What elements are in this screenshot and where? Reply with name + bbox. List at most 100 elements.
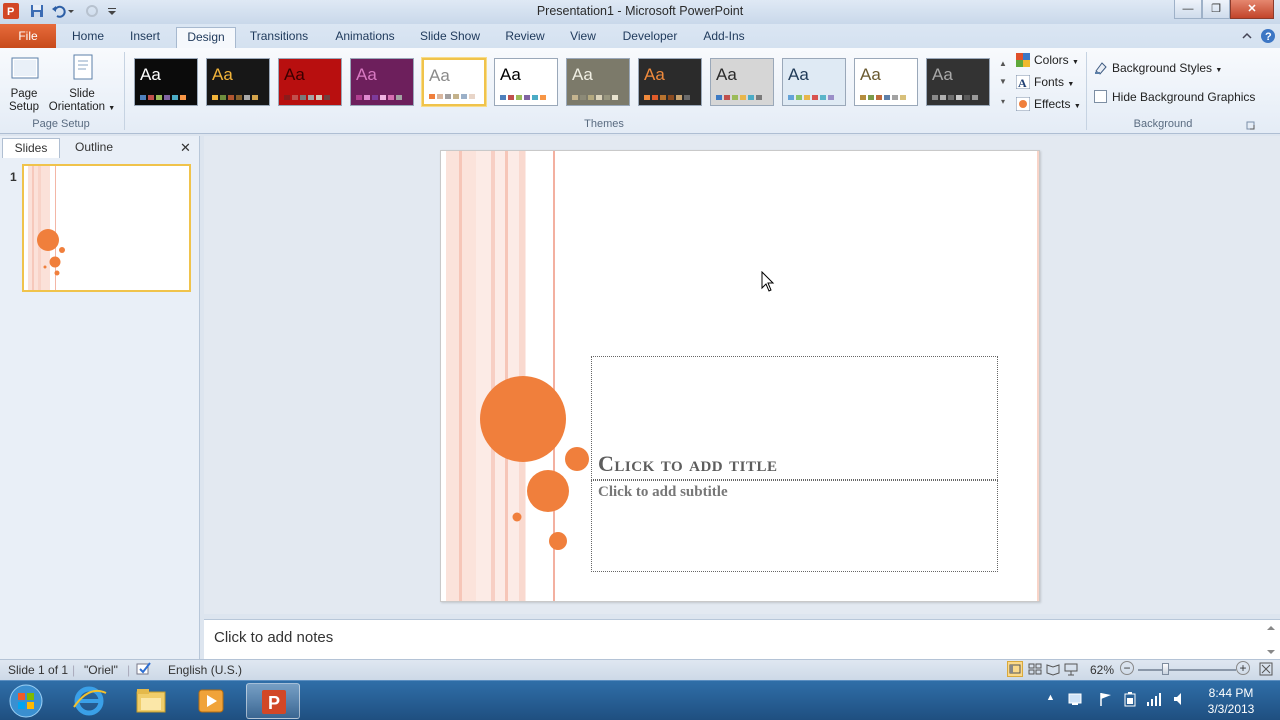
theme-color-swatch	[644, 95, 650, 100]
zoom-out-button[interactable]: −	[1120, 661, 1134, 675]
maximize-button[interactable]: ❐	[1202, 0, 1230, 19]
gallery-more-icon[interactable]: ▾	[997, 94, 1009, 110]
theme-sample-text: Aa	[140, 65, 161, 84]
tab-transitions[interactable]: Transitions	[244, 27, 314, 48]
volume-icon[interactable]	[1172, 691, 1188, 707]
minimize-ribbon-icon[interactable]	[1240, 29, 1254, 43]
help-icon[interactable]: ?	[1260, 28, 1276, 44]
slide-thumbnail[interactable]	[22, 164, 191, 292]
tab-review[interactable]: Review	[500, 27, 550, 48]
tab-file[interactable]: File	[0, 24, 56, 48]
zoom-slider-thumb[interactable]	[1162, 663, 1169, 675]
theme-color-swatch	[469, 94, 475, 99]
slide-show-icon[interactable]	[1064, 662, 1078, 676]
internet-explorer-icon[interactable]	[62, 683, 116, 719]
notes-pane[interactable]: Click to add notes	[204, 619, 1280, 659]
gallery-scroll-down-icon[interactable]: ▼	[997, 74, 1009, 90]
proofing-icon[interactable]	[135, 661, 153, 677]
media-player-icon[interactable]	[184, 683, 238, 719]
action-center-flag-icon[interactable]	[1098, 691, 1114, 707]
slide-canvas[interactable]: Click to add title Click to add subtitle	[440, 150, 1040, 602]
theme-thumbnail[interactable]: Aa	[854, 58, 918, 106]
tab-add-ins[interactable]: Add-Ins	[696, 27, 752, 48]
effects-icon	[1015, 96, 1031, 112]
theme-color-swatch	[828, 95, 834, 100]
theme-color-swatch	[860, 95, 866, 100]
theme-color-swatch	[956, 95, 962, 100]
zoom-level[interactable]: 62%	[1090, 663, 1114, 677]
language[interactable]: English (U.S.)	[168, 663, 242, 677]
theme-color-swatch	[756, 95, 762, 100]
close-button[interactable]: ✕	[1230, 0, 1274, 19]
page-setup-button[interactable]: Page Setup	[4, 52, 44, 114]
notes-scrollbar[interactable]	[1266, 624, 1276, 656]
dialog-launcher-icon[interactable]	[1246, 120, 1256, 130]
theme-color-swatch	[437, 94, 443, 99]
hide-background-graphics-checkbox[interactable]: Hide Background Graphics	[1094, 88, 1255, 106]
tab-home[interactable]: Home	[64, 27, 112, 48]
taskbar-clock[interactable]: 8:44 PM 3/3/2013	[1196, 685, 1266, 717]
theme-color-swatch	[788, 95, 794, 100]
network-tray-icon[interactable]	[1068, 691, 1084, 707]
page-setup-group-label: Page Setup	[32, 118, 90, 130]
fonts-button[interactable]: A Fonts ▼	[1015, 73, 1074, 91]
theme-color-swatch	[372, 95, 378, 100]
theme-thumbnail[interactable]: Aa	[710, 58, 774, 106]
theme-name[interactable]: "Oriel"	[84, 663, 118, 677]
theme-color-swatch	[140, 95, 146, 100]
minimize-button[interactable]: —	[1174, 0, 1202, 19]
fit-to-window-icon[interactable]	[1259, 662, 1273, 676]
theme-sample-text: Aa	[932, 65, 953, 84]
tab-design[interactable]: Design	[176, 27, 236, 48]
theme-thumbnail[interactable]: Aa	[638, 58, 702, 106]
theme-color-swatch	[164, 95, 170, 100]
theme-color-swatch	[180, 95, 186, 100]
hide-background-graphics-label: Hide Background Graphics	[1112, 90, 1256, 104]
battery-tray-icon[interactable]	[1122, 691, 1138, 707]
theme-thumbnail[interactable]: Aa	[782, 58, 846, 106]
theme-thumbnail[interactable]: Aa	[278, 58, 342, 106]
theme-thumbnail[interactable]: Aa	[494, 58, 558, 106]
reading-view-icon[interactable]	[1046, 662, 1060, 676]
tab-slide-show[interactable]: Slide Show	[414, 27, 486, 48]
zoom-in-button[interactable]: +	[1236, 661, 1250, 675]
windows-taskbar: P ▲ 8:44 PM 3/3/2013	[0, 680, 1280, 720]
theme-thumbnail[interactable]: Aa	[134, 58, 198, 106]
theme-thumbnail[interactable]: Aa	[926, 58, 990, 106]
powerpoint-taskbar-icon[interactable]: P	[246, 683, 300, 719]
start-button-icon[interactable]	[6, 683, 46, 719]
slide-sorter-icon[interactable]	[1028, 662, 1042, 676]
colors-button[interactable]: Colors ▼	[1016, 51, 1079, 69]
normal-view-icon[interactable]	[1007, 661, 1023, 677]
title-placeholder[interactable]: Click to add title	[591, 356, 998, 480]
tab-view[interactable]: View	[562, 27, 604, 48]
wifi-signal-icon[interactable]	[1146, 691, 1162, 707]
theme-thumbnail[interactable]: Aa	[350, 58, 414, 106]
theme-thumbnail[interactable]: Aa	[422, 58, 486, 106]
checkbox-icon[interactable]	[1094, 90, 1107, 103]
fonts-label: Fonts	[1034, 75, 1065, 89]
tab-slides[interactable]: Slides	[2, 138, 60, 158]
subtitle-placeholder[interactable]: Click to add subtitle	[591, 480, 998, 572]
zoom-slider[interactable]	[1138, 669, 1236, 671]
theme-color-swatch	[612, 95, 618, 100]
effects-button[interactable]: Effects ▼	[1015, 95, 1081, 113]
background-group-label: Background	[1133, 118, 1193, 130]
theme-color-swatch	[429, 94, 435, 99]
slide-orientation-button[interactable]: Slide Orientation ▼	[46, 52, 118, 115]
gallery-scroll-up-icon[interactable]: ▲	[997, 56, 1009, 72]
file-explorer-icon[interactable]	[124, 683, 178, 719]
close-panel-icon[interactable]: ✕	[180, 140, 191, 156]
theme-color-swatch	[596, 95, 602, 100]
show-hidden-icons-icon[interactable]: ▲	[1046, 692, 1055, 702]
tab-developer[interactable]: Developer	[616, 27, 684, 48]
page-setup-icon	[8, 52, 40, 84]
tab-insert[interactable]: Insert	[122, 27, 168, 48]
theme-thumbnail[interactable]: Aa	[206, 58, 270, 106]
tab-animations[interactable]: Animations	[330, 27, 400, 48]
theme-color-swatch	[461, 94, 467, 99]
background-styles-button[interactable]: Background Styles ▼	[1094, 59, 1222, 77]
tab-outline[interactable]: Outline	[62, 138, 126, 158]
theme-thumbnail[interactable]: Aa	[566, 58, 630, 106]
theme-color-swatch	[676, 95, 682, 100]
